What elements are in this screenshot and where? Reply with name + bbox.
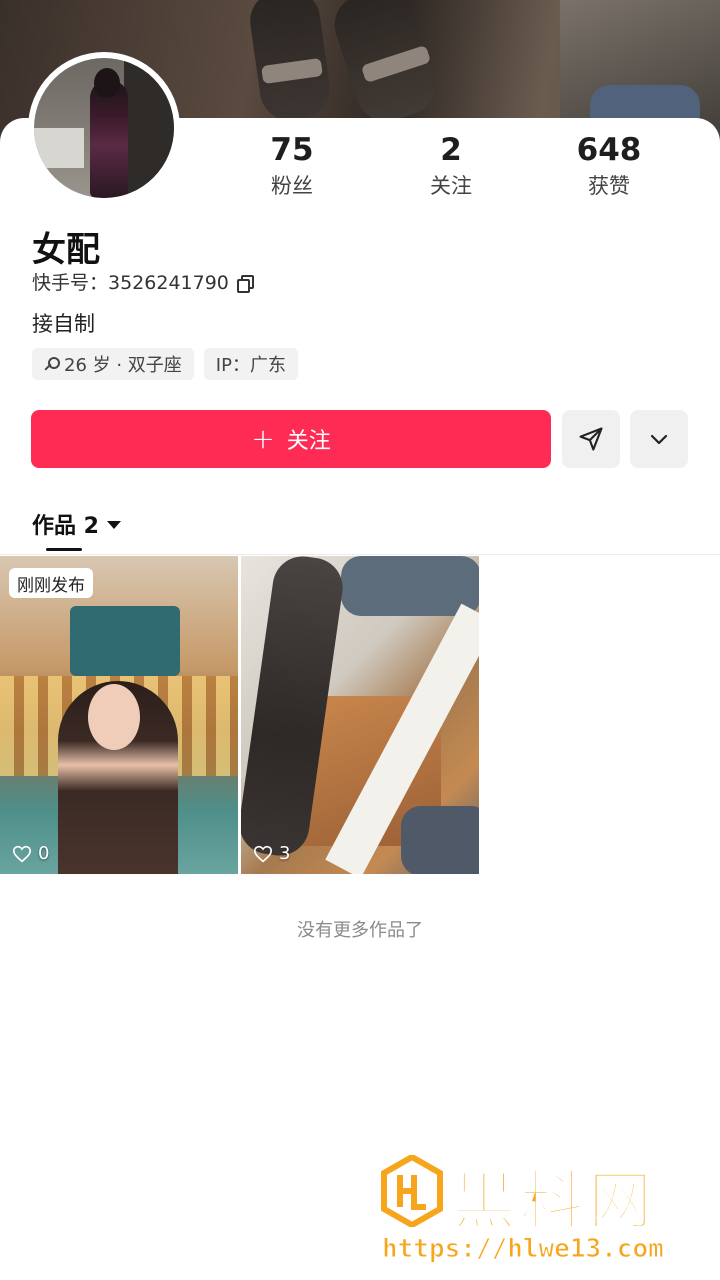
like-count: 3 xyxy=(253,843,290,864)
plus-icon: + xyxy=(251,422,275,455)
tab-works-label: 作品 2 xyxy=(32,514,99,539)
copy-icon[interactable] xyxy=(236,274,254,293)
tab-works[interactable]: 作品 2 xyxy=(32,508,121,540)
age-sign-text: 26 岁 · 双子座 xyxy=(64,355,182,376)
heart-icon xyxy=(253,845,273,862)
ip-location-text: IP：广东 xyxy=(215,355,286,376)
stat-value: 75 xyxy=(270,132,314,168)
stat-value: 648 xyxy=(576,132,642,168)
follow-button[interactable]: + 关注 xyxy=(31,410,551,468)
profile-stats: 75 粉丝 2 关注 648 获赞 xyxy=(210,128,710,208)
profile-tags: 26 岁 · 双子座 IP：广东 xyxy=(32,348,298,380)
avatar[interactable] xyxy=(28,52,180,204)
stat-label: 关注 xyxy=(430,174,472,198)
female-gender-icon xyxy=(44,357,60,371)
profile-name: 女配 xyxy=(32,230,100,270)
like-count-value: 0 xyxy=(38,843,50,864)
chevron-down-icon xyxy=(650,434,668,445)
works-grid: 刚刚发布 0 3 xyxy=(0,556,720,874)
watermark-title: 黑料网 xyxy=(451,1164,656,1240)
stat-following[interactable]: 2 关注 xyxy=(391,128,511,200)
stat-label: 获赞 xyxy=(588,174,630,198)
profile-bio: 接自制 xyxy=(32,312,95,336)
heart-icon xyxy=(12,845,32,862)
more-options-button[interactable] xyxy=(630,410,688,468)
like-count-value: 3 xyxy=(279,843,291,864)
like-count: 0 xyxy=(12,843,49,864)
work-thumbnail[interactable]: 刚刚发布 0 xyxy=(0,556,238,874)
watermark-url: https://hlwe13.com xyxy=(382,1234,665,1265)
stat-label: 粉丝 xyxy=(271,174,313,198)
watermark: 黑料网 https://hlwe13.com xyxy=(380,1150,710,1270)
work-thumbnail[interactable]: 3 xyxy=(241,556,479,874)
ip-location-tag: IP：广东 xyxy=(203,348,298,380)
kuaishou-id-row[interactable]: 快手号：3526241790 xyxy=(32,268,254,295)
age-sign-tag: 26 岁 · 双子座 xyxy=(32,348,194,380)
kuaishou-id: 快手号：3526241790 xyxy=(32,272,229,294)
watermark-logo-icon xyxy=(381,1155,443,1227)
stat-likes[interactable]: 648 获赞 xyxy=(549,128,669,200)
just-published-badge: 刚刚发布 xyxy=(9,568,93,598)
message-button[interactable] xyxy=(562,410,620,468)
stat-value: 2 xyxy=(440,132,462,168)
send-icon xyxy=(579,427,603,451)
no-more-works-text: 没有更多作品了 xyxy=(297,920,423,941)
tab-divider xyxy=(0,554,720,555)
tab-active-indicator xyxy=(46,548,82,551)
follow-button-label: 关注 xyxy=(286,429,331,454)
caret-down-icon xyxy=(106,521,121,529)
stat-followers[interactable]: 75 粉丝 xyxy=(232,128,352,200)
